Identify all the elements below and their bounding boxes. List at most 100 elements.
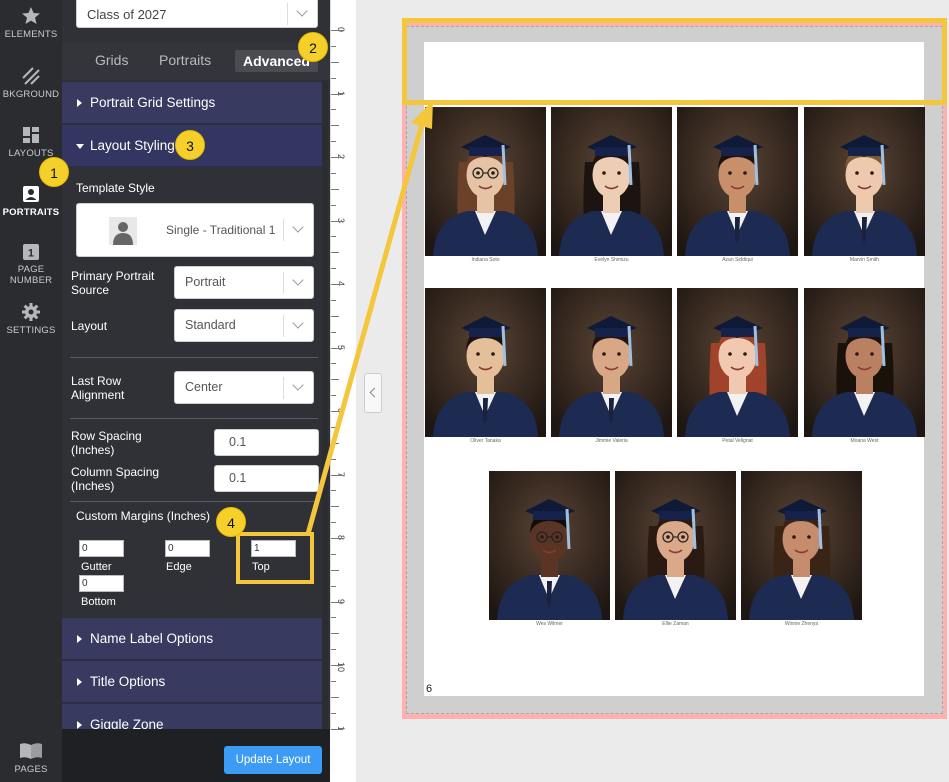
callout-badge-4: 4	[216, 507, 246, 537]
panel-scrollbar[interactable]	[322, 80, 328, 730]
rail-item-background[interactable]: BKGROUND	[0, 66, 62, 100]
ruler-tick	[331, 474, 343, 476]
caret-right-icon	[77, 721, 82, 729]
caret-right-icon	[77, 678, 82, 686]
svg-text:1: 1	[28, 248, 34, 260]
ruler-tick	[331, 157, 343, 158]
ruler-tick	[331, 585, 336, 587]
column-spacing-label: Column Spacing (Inches)	[71, 465, 160, 493]
bottom-input[interactable]: 0	[79, 575, 124, 592]
silhouette-icon	[109, 217, 137, 245]
rail-label: NUMBER	[9, 275, 53, 286]
chevron-down-icon	[283, 219, 313, 241]
page-number: 6	[426, 683, 433, 695]
portrait-photo[interactable]	[551, 107, 672, 256]
last-row-value: Center	[185, 380, 223, 394]
portrait-name-label: Azan Siddiqui	[722, 257, 753, 263]
portrait-name-label: Marvin Smith	[849, 257, 880, 263]
portrait-photo[interactable]	[425, 288, 546, 437]
portrait-photo[interactable]	[677, 288, 798, 437]
portrait-photo[interactable]	[677, 107, 798, 256]
gear-icon	[22, 303, 40, 321]
class-select[interactable]: Class of 2027	[76, 0, 318, 28]
ruler-tick	[331, 220, 343, 222]
ruler-tick	[331, 172, 336, 174]
portrait-name-label: Oliver Tanaka	[470, 438, 501, 444]
ruler-tick	[331, 569, 339, 571]
ruler-tick	[331, 649, 336, 651]
portrait-name-label: Petal Velignat	[722, 438, 753, 444]
ruler-tick	[331, 347, 343, 349]
ruler-footer	[330, 730, 356, 782]
rail-item-elements[interactable]: ELEMENTS	[0, 6, 62, 40]
caret-right-icon	[77, 99, 82, 107]
section-name-label-options[interactable]: Name Label Options	[62, 618, 326, 660]
ruler-tick	[331, 538, 343, 539]
section-title: Layout Styling	[90, 138, 175, 153]
portrait-name-label: Wes Wilmer	[536, 621, 563, 627]
portrait-photo[interactable]	[489, 471, 610, 620]
divider	[70, 357, 318, 358]
top-input-highlight	[236, 532, 314, 584]
layout-value: Standard	[185, 318, 236, 332]
rail-item-layouts[interactable]: LAYOUTS	[0, 125, 62, 159]
ruler-tick	[331, 522, 336, 524]
panel-tabs: Grids Portraits Advanced	[62, 42, 330, 80]
edge-label: Edge	[166, 561, 192, 573]
portrait-photo[interactable]	[551, 288, 672, 437]
primary-source-label: Primary Portrait Source	[71, 269, 155, 297]
layout-label: Layout	[71, 319, 108, 333]
rail-item-portraits[interactable]: PORTRAITS	[0, 184, 62, 218]
vertical-ruler: 01234567891011	[330, 0, 356, 778]
portrait-photo[interactable]	[741, 471, 862, 620]
template-style-label: Template Style	[76, 181, 155, 195]
primary-source-value: Portrait	[185, 275, 226, 289]
rail-item-settings[interactable]: SETTINGS	[0, 302, 62, 336]
layout-select[interactable]: Standard	[174, 309, 314, 342]
ruler-tick	[331, 363, 336, 365]
chevron-down-icon	[283, 377, 313, 399]
portrait-photo[interactable]	[425, 107, 546, 256]
ruler-tick	[331, 61, 339, 63]
ruler-tick	[331, 712, 336, 714]
portrait-photo[interactable]	[615, 471, 736, 620]
portrait-photo[interactable]	[804, 107, 925, 256]
divider	[70, 501, 318, 502]
callout-badge-1: 1	[39, 157, 69, 187]
ruler-tick	[331, 188, 339, 190]
ruler-tick	[331, 125, 339, 127]
tab-grids[interactable]: Grids	[95, 52, 128, 68]
top-margin-highlight	[402, 18, 947, 105]
star-icon	[22, 7, 40, 24]
portrait-photo[interactable]	[804, 288, 925, 437]
ruler-tick	[331, 141, 336, 143]
ruler-tick	[331, 442, 339, 444]
ruler-tick	[331, 426, 336, 428]
gutter-input[interactable]: 0	[79, 540, 124, 557]
section-title-options[interactable]: Title Options	[62, 661, 326, 703]
portrait-name-label: Ellie Zaman	[662, 621, 689, 627]
ruler-number: 10	[336, 662, 346, 673]
chevron-down-icon	[283, 315, 313, 337]
primary-source-select[interactable]: Portrait	[174, 266, 314, 299]
row-spacing-input[interactable]: 0.1	[214, 429, 319, 456]
column-spacing-input[interactable]: 0.1	[214, 465, 319, 492]
section-title: Title Options	[90, 674, 166, 689]
section-portrait-grid-settings[interactable]: Portrait Grid Settings	[62, 82, 326, 124]
rail-label: PAGES	[14, 764, 48, 775]
last-row-select[interactable]: Center	[174, 371, 314, 404]
ruler-tick	[331, 236, 336, 238]
template-style-select[interactable]: Single - Traditional 1 li	[76, 203, 314, 257]
portrait-name-label: Indiana Soto	[471, 257, 500, 263]
custom-margins-label: Custom Margins (Inches)	[76, 509, 211, 523]
callout-badge-3: 3	[175, 130, 205, 160]
left-rail: ELEMENTS BKGROUND LAYOUTS PORTRAITS 1 PA…	[0, 0, 62, 782]
rail-label: BKGROUND	[2, 89, 60, 100]
rail-item-pages[interactable]: PAGES	[0, 741, 62, 775]
ruler-tick	[331, 601, 343, 603]
collapse-panel-button[interactable]	[364, 373, 382, 413]
tab-portraits[interactable]: Portraits	[159, 52, 211, 68]
rail-item-page-number[interactable]: 1 PAGE NUMBER	[0, 243, 62, 286]
update-layout-button[interactable]: Update Layout	[224, 746, 322, 774]
edge-input[interactable]: 0	[165, 540, 210, 557]
